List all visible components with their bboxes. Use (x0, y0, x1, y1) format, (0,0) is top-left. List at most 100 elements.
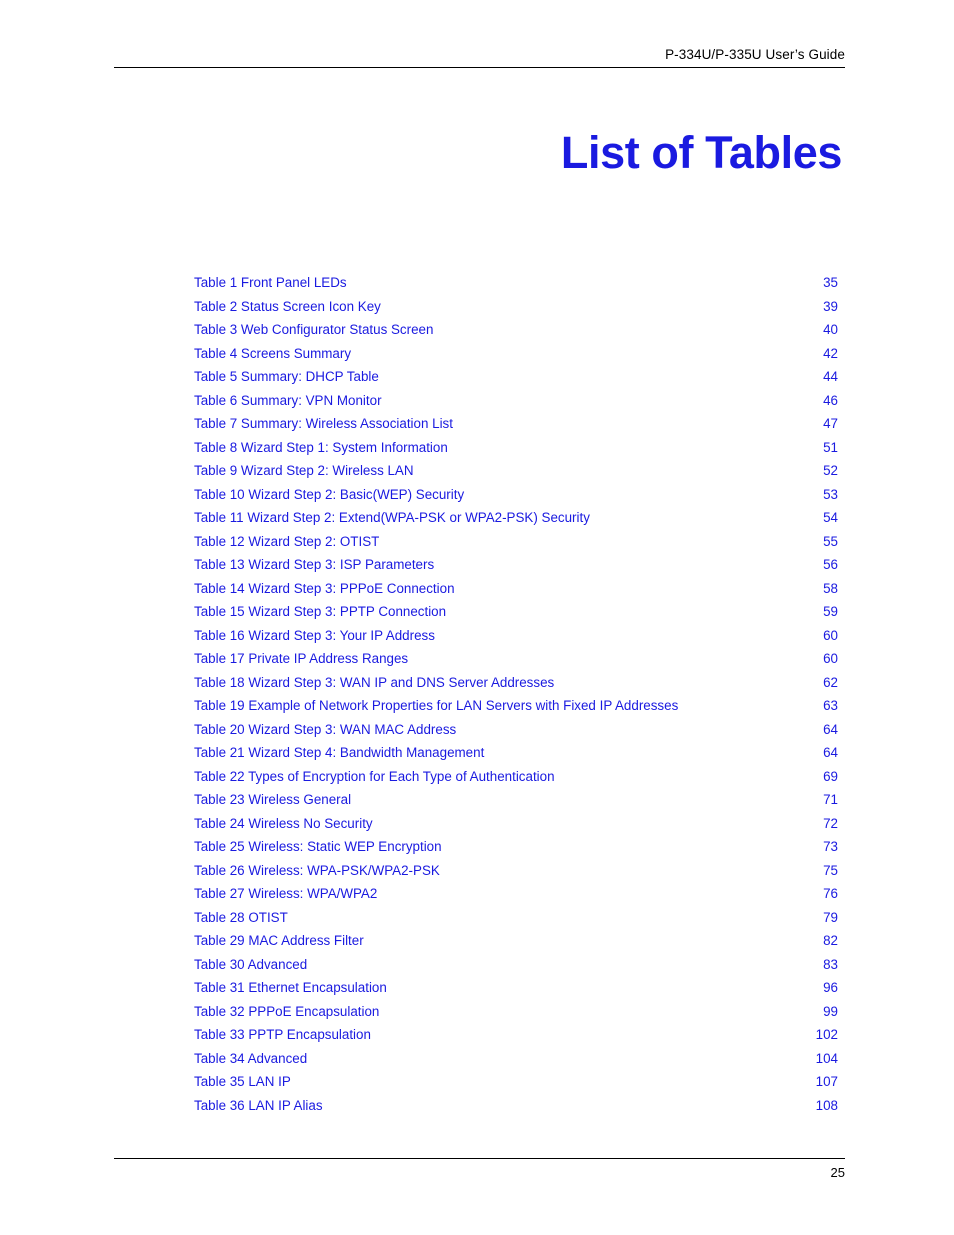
list-item[interactable]: Table 29 MAC Address Filter 82 (194, 929, 838, 953)
toc-entry-page-number: 55 (823, 533, 838, 549)
list-item[interactable]: Table 27 Wireless: WPA/WPA2 76 (194, 882, 838, 906)
leader-dots (386, 532, 808, 545)
list-item[interactable]: Table 7 Summary: Wireless Association Li… (194, 412, 838, 436)
toc-entry-label: Table 10 Wizard Step 2: Basic(WEP) Secur… (194, 486, 465, 502)
toc-entry-page-number: 39 (823, 298, 838, 314)
header-rule (114, 67, 845, 68)
leader-dots (561, 673, 808, 686)
toc-entry-label: Table 3 Web Configurator Status Screen (194, 322, 434, 337)
running-head: P-334U/P-335U User’s Guide (665, 47, 845, 62)
list-item[interactable]: Table 9 Wizard Step 2: Wireless LAN 52 (194, 459, 838, 483)
leader-dots (442, 626, 808, 639)
leader-dots (440, 321, 808, 334)
list-item[interactable]: Table 23 Wireless General 71 (194, 788, 838, 812)
toc-entry-page-number: 54 (823, 510, 838, 525)
list-item[interactable]: Table 17 Private IP Address Ranges 60 (194, 647, 838, 671)
list-item[interactable]: Table 5 Summary: DHCP Table 44 (194, 365, 838, 389)
list-item[interactable]: Table 14 Wizard Step 3: PPPoE Connection… (194, 577, 838, 601)
toc-entry-page-number: 53 (823, 486, 838, 502)
list-item[interactable]: Table 19 Example of Network Properties f… (194, 694, 838, 718)
page-title: List of Tables (560, 127, 843, 179)
list-item[interactable]: Table 6 Summary: VPN Monitor 46 (194, 389, 838, 413)
list-item[interactable]: Table 34 Advanced 104 (194, 1047, 838, 1071)
toc-entry-page-number: 71 (823, 792, 838, 807)
list-item[interactable]: Table 30 Advanced 83 (194, 953, 838, 977)
list-of-tables: Table 1 Front Panel LEDs 35 Table 2 Status… (194, 271, 838, 1117)
list-item[interactable]: Table 3 Web Configurator Status Screen 40 (194, 318, 838, 342)
toc-entry-page-number: 96 (823, 980, 838, 995)
page-footer: 25 (114, 1158, 845, 1181)
toc-entry-label: Table 20 Wizard Step 3: WAN MAC Address (194, 721, 457, 737)
toc-entry-label: Table 30 Advanced (194, 956, 308, 972)
leader-dots (358, 344, 808, 357)
list-item[interactable]: Table 35 LAN IP 107 (194, 1070, 838, 1094)
list-item[interactable]: Table 20 Wizard Step 3: WAN MAC Address 6… (194, 718, 838, 742)
leader-dots (685, 697, 808, 710)
leader-dots (449, 838, 808, 851)
footer-rule (114, 1158, 845, 1159)
list-item[interactable]: Table 32 PPPoE Encapsulation 99 (194, 1000, 838, 1024)
toc-entry-label: Table 18 Wizard Step 3: WAN IP and DNS S… (194, 674, 555, 690)
list-item[interactable]: Table 16 Wizard Step 3: Your IP Address 6… (194, 624, 838, 648)
toc-entry-label: Table 31 Ethernet Encapsulation (194, 980, 387, 995)
list-item[interactable]: Table 28 OTIST 79 (194, 906, 838, 930)
toc-entry-label: Table 33 PPTP Encapsulation (194, 1027, 371, 1042)
toc-entry-page-number: 46 (823, 392, 838, 408)
toc-entry-page-number: 63 (823, 698, 838, 713)
toc-entry-page-number: 40 (823, 322, 838, 337)
list-item[interactable]: Table 33 PPTP Encapsulation 102 (194, 1023, 838, 1047)
toc-entry-page-number: 64 (823, 721, 838, 737)
toc-entry-page-number: 79 (823, 909, 838, 925)
list-item[interactable]: Table 1 Front Panel LEDs 35 (194, 271, 838, 295)
leader-dots (330, 1096, 808, 1109)
toc-entry-page-number: 99 (823, 1003, 838, 1019)
list-item[interactable]: Table 21 Wizard Step 4: Bandwidth Manage… (194, 741, 838, 765)
list-item[interactable]: Table 22 Types of Encryption for Each Ty… (194, 765, 838, 789)
leader-dots (388, 297, 808, 310)
list-item[interactable]: Table 2 Status Screen Icon Key 39 (194, 295, 838, 319)
leader-dots (358, 791, 808, 804)
list-item[interactable]: Table 24 Wireless No Security 72 (194, 812, 838, 836)
toc-entry-page-number: 82 (823, 933, 838, 948)
list-item[interactable]: Table 12 Wizard Step 2: OTIST 55 (194, 530, 838, 554)
toc-entry-page-number: 108 (815, 1097, 838, 1113)
toc-entry-label: Table 6 Summary: VPN Monitor (194, 392, 382, 408)
leader-dots (453, 603, 808, 616)
toc-entry-page-number: 104 (815, 1050, 838, 1066)
list-item[interactable]: Table 36 LAN IP Alias 108 (194, 1094, 838, 1118)
toc-entry-label: Table 11 Wizard Step 2: Extend(WPA-PSK o… (194, 510, 590, 525)
list-item[interactable]: Table 15 Wizard Step 3: PPTP Connection 5… (194, 600, 838, 624)
toc-entry-page-number: 60 (823, 627, 838, 643)
toc-entry-page-number: 76 (823, 886, 838, 901)
list-item[interactable]: Table 10 Wizard Step 2: Basic(WEP) Secur… (194, 483, 838, 507)
leader-dots (415, 650, 808, 663)
list-item[interactable]: Table 26 Wireless: WPA-PSK/WPA2-PSK 75 (194, 859, 838, 883)
list-item[interactable]: Table 8 Wizard Step 1: System Informatio… (194, 436, 838, 460)
toc-entry-label: Table 32 PPPoE Encapsulation (194, 1003, 380, 1019)
toc-entry-label: Table 2 Status Screen Icon Key (194, 298, 381, 314)
leader-dots (371, 932, 808, 945)
toc-entry-page-number: 35 (823, 275, 838, 290)
toc-entry-label: Table 12 Wizard Step 2: OTIST (194, 533, 380, 549)
list-item[interactable]: Table 13 Wizard Step 3: ISP Parameters 56 (194, 553, 838, 577)
toc-entry-label: Table 25 Wireless: Static WEP Encryption (194, 839, 442, 854)
toc-entry-label: Table 7 Summary: Wireless Association Li… (194, 416, 453, 431)
toc-entry-page-number: 52 (823, 463, 838, 478)
toc-entry-label: Table 29 MAC Address Filter (194, 933, 364, 948)
leader-dots (314, 955, 808, 968)
toc-entry-label: Table 21 Wizard Step 4: Bandwidth Manage… (194, 745, 485, 760)
toc-entry-label: Table 4 Screens Summary (194, 345, 352, 361)
toc-entry-label: Table 13 Wizard Step 3: ISP Parameters (194, 557, 435, 572)
list-item[interactable]: Table 4 Screens Summary 42 (194, 342, 838, 366)
leader-dots (386, 368, 808, 381)
leader-dots (597, 509, 808, 522)
toc-entry-page-number: 64 (823, 745, 838, 760)
list-item[interactable]: Table 25 Wireless: Static WEP Encryption… (194, 835, 838, 859)
leader-dots (386, 1002, 808, 1015)
page-header: P-334U/P-335U User’s Guide (114, 46, 845, 68)
list-item[interactable]: Table 11 Wizard Step 2: Extend(WPA-PSK o… (194, 506, 838, 530)
list-item[interactable]: Table 31 Ethernet Encapsulation 96 (194, 976, 838, 1000)
page-number: 25 (830, 1165, 845, 1180)
toc-entry-label: Table 1 Front Panel LEDs (194, 275, 347, 290)
list-item[interactable]: Table 18 Wizard Step 3: WAN IP and DNS S… (194, 671, 838, 695)
